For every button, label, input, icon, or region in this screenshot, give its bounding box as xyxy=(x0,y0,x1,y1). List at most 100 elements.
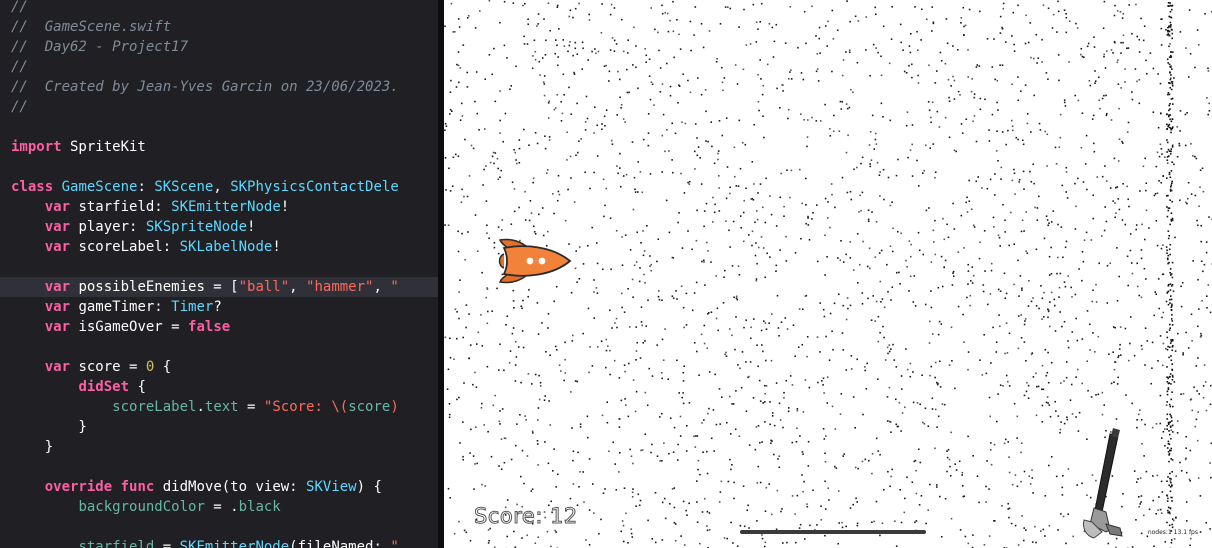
code-token-keyword: var xyxy=(44,239,71,255)
code-token-keyword: false xyxy=(188,319,231,335)
code-line[interactable]: // GameScene.swift xyxy=(0,17,438,37)
code-token-plain: didMove(to view: xyxy=(154,479,307,495)
code-token-comment: // xyxy=(11,0,28,15)
code-line[interactable]: var scoreLabel: SKLabelNode! xyxy=(0,237,438,257)
code-token-plain: starfield: xyxy=(70,199,172,215)
code-token-plain: , xyxy=(289,279,307,295)
code-token-type: SKEmitterNode xyxy=(179,539,290,548)
code-token-plain: ! xyxy=(280,199,290,215)
code-token-keyword: var xyxy=(44,359,71,375)
code-line[interactable] xyxy=(0,117,438,137)
code-line[interactable]: var player: SKSpriteNode! xyxy=(0,217,438,237)
code-line[interactable]: // Created by Jean-Yves Garcin on 23/06/… xyxy=(0,77,438,97)
code-line[interactable] xyxy=(0,257,438,277)
code-token-keyword: override xyxy=(44,479,113,495)
code-token-ident: score xyxy=(348,399,391,415)
code-token-type: SKSpriteNode xyxy=(145,219,248,235)
code-line[interactable] xyxy=(0,457,438,477)
code-line[interactable] xyxy=(0,517,438,537)
code-token-plain: isGameOver = xyxy=(70,319,189,335)
code-token-keyword: class xyxy=(11,179,54,195)
rocket-icon xyxy=(498,238,572,284)
code-token-keyword: didSet xyxy=(78,379,130,395)
code-line[interactable]: } xyxy=(0,417,438,437)
code-token-keyword: import xyxy=(11,139,62,155)
code-line[interactable]: // xyxy=(0,57,438,77)
code-token-string: " xyxy=(390,539,399,548)
code-line[interactable]: import SpriteKit xyxy=(0,137,438,157)
code-token-string: "Score: \( xyxy=(263,399,349,415)
code-line[interactable]: var isGameOver = false xyxy=(0,317,438,337)
code-token-comment: // xyxy=(11,59,28,75)
code-token-ident: backgroundColor xyxy=(78,499,205,515)
code-token-plain: ? xyxy=(213,299,222,315)
code-editor[interactable]: // // GameScene.swift // Day62 - Project17… xyxy=(0,0,438,548)
code-line[interactable]: scoreLabel.text = "Score: \(score) xyxy=(0,397,438,417)
code-token-ident: black xyxy=(238,499,281,515)
code-token-plain: scoreLabel: xyxy=(70,239,180,255)
code-token-plain: { xyxy=(154,359,172,375)
debug-stats-label: nodes:1 13.1 fps xyxy=(1147,529,1198,536)
code-token-plain: ! xyxy=(247,219,256,235)
code-line[interactable]: class GameScene: SKScene, SKPhysicsConta… xyxy=(0,177,438,197)
code-line[interactable]: starfield = SKEmitterNode(fileNamed: " xyxy=(0,537,438,548)
code-token-plain: } xyxy=(11,439,54,455)
code-token-plain: , xyxy=(213,179,231,195)
code-token-keyword: var xyxy=(44,319,71,335)
code-token-comment: // Day62 - Project17 xyxy=(11,39,189,55)
code-token-type: SKPhysicsContactDele xyxy=(230,179,399,195)
code-line[interactable]: override func didMove(to view: SKView) { xyxy=(0,477,438,497)
code-token-keyword: var xyxy=(44,219,71,235)
code-token-plain: : xyxy=(137,179,155,195)
code-line[interactable]: // xyxy=(0,97,438,117)
simulator-game-view[interactable]: Score: 12 nodes:1 13.1 fps xyxy=(444,0,1212,548)
code-line[interactable]: backgroundColor = .black xyxy=(0,497,438,517)
code-token-ident: scoreLabel xyxy=(112,399,197,415)
code-line[interactable]: var score = 0 { xyxy=(0,357,438,377)
code-token-keyword: var xyxy=(44,199,71,215)
code-token-plain: = xyxy=(238,399,264,415)
code-token-plain: (fileNamed: xyxy=(289,539,391,548)
code-token-comment: // Created by Jean-Yves Garcin on 23/06/… xyxy=(11,79,399,95)
code-token-keyword: func xyxy=(120,479,155,495)
code-lines: // // GameScene.swift // Day62 - Project17… xyxy=(0,0,438,548)
code-token-string: "ball" xyxy=(238,279,290,295)
code-token-plain: } xyxy=(11,419,87,435)
code-line[interactable] xyxy=(0,157,438,177)
code-line[interactable]: var possibleEnemies = ["ball", "hammer",… xyxy=(0,277,438,297)
code-token-plain: SpriteKit xyxy=(61,139,146,155)
code-token-plain: gameTimer: xyxy=(70,299,172,315)
code-line[interactable]: didSet { xyxy=(0,377,438,397)
code-line[interactable]: var gameTimer: Timer? xyxy=(0,297,438,317)
code-line[interactable] xyxy=(0,337,438,357)
code-token-plain: ) { xyxy=(356,479,382,495)
code-line[interactable]: var starfield: SKEmitterNode! xyxy=(0,197,438,217)
code-token-keyword: var xyxy=(44,279,71,295)
code-line[interactable]: // xyxy=(0,0,438,17)
code-token-type: Timer xyxy=(171,299,214,315)
code-token-plain: { xyxy=(129,379,146,395)
home-indicator[interactable] xyxy=(740,530,926,534)
code-token-type: SKView xyxy=(306,479,357,495)
code-token-keyword: var xyxy=(44,299,71,315)
code-token-string: " xyxy=(390,279,399,295)
code-line[interactable]: // Day62 - Project17 xyxy=(0,37,438,57)
code-token-ident: text xyxy=(204,399,239,415)
code-token-ident: starfield xyxy=(78,539,155,548)
code-token-plain: = xyxy=(154,539,180,548)
code-token-type: GameScene xyxy=(61,179,138,195)
code-token-plain: score = xyxy=(70,359,146,375)
code-token-plain: . xyxy=(196,399,205,415)
code-line[interactable]: } xyxy=(0,437,438,457)
